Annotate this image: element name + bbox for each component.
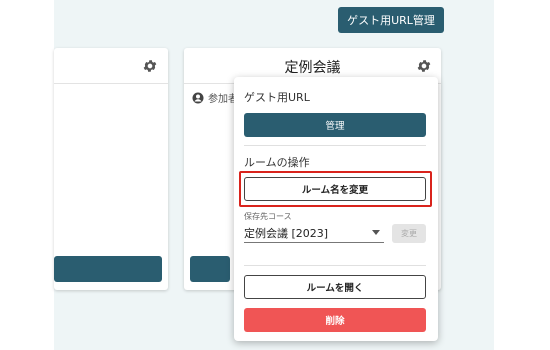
caret-down-icon	[372, 230, 380, 235]
participants-row: 参加者	[192, 90, 238, 105]
room-card	[54, 48, 168, 290]
room-title: 定例会議	[284, 60, 341, 76]
divider	[244, 265, 426, 266]
rename-room-button[interactable]: ルーム名を変更	[244, 177, 426, 201]
card-action-button[interactable]	[54, 256, 162, 282]
room-ops-section-title: ルームの操作	[244, 156, 310, 169]
manage-button[interactable]: 管理	[244, 113, 426, 137]
save-course-label: 保存先コース	[244, 212, 292, 221]
card-action-button[interactable]	[190, 256, 230, 282]
gear-icon[interactable]	[416, 58, 432, 74]
delete-button[interactable]: 削除	[244, 308, 426, 332]
room-settings-menu: ゲスト用URL 管理 ルームの操作 ルーム名を変更 保存先コース 定例会議 [2…	[234, 77, 438, 341]
divider	[244, 145, 426, 146]
guest-url-section-title: ゲスト用URL	[244, 91, 310, 104]
change-button[interactable]: 変更	[392, 224, 426, 243]
save-course-select[interactable]: 定例会議 [2023]	[244, 223, 384, 243]
gear-icon[interactable]	[142, 58, 158, 74]
person-circle-icon	[192, 92, 204, 103]
open-room-button[interactable]: ルームを開く	[244, 275, 426, 299]
guest-url-manage-button[interactable]: ゲスト用URL管理	[338, 7, 444, 33]
save-course-value: 定例会議 [2023]	[244, 227, 329, 240]
